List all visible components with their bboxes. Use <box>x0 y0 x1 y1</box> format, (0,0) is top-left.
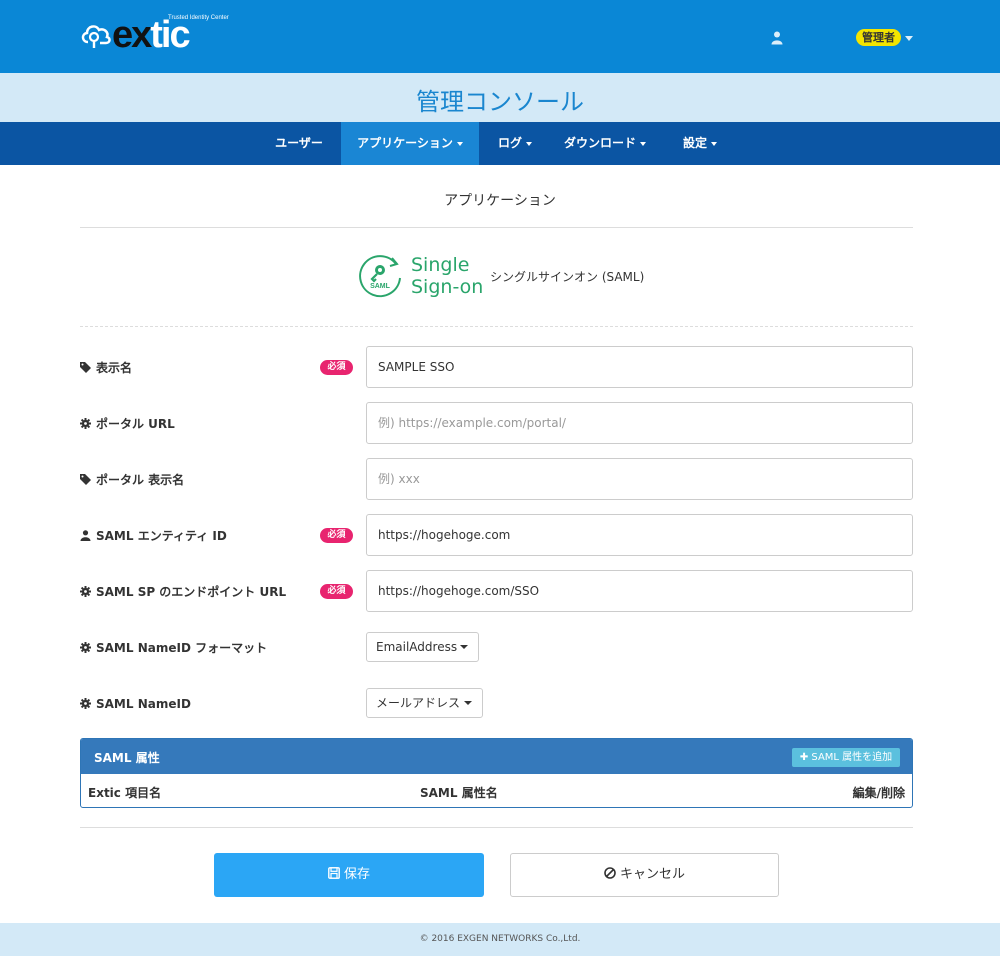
panel-header: SAML 属性 ✚ SAML 属性を追加 <box>81 739 912 774</box>
caret-down-icon <box>526 141 532 146</box>
user-icon[interactable] <box>771 31 783 45</box>
caret-down-icon <box>640 141 646 146</box>
chevron-down-icon[interactable] <box>905 36 913 41</box>
page-title: 管理コンソール <box>416 88 584 116</box>
nav-item-users[interactable]: ユーザー <box>261 122 337 165</box>
nameid-select[interactable]: メールアドレス <box>366 688 483 718</box>
nav-item-label: アプリケーション <box>357 136 453 150</box>
caret-down-icon <box>464 701 472 705</box>
caret-down-icon <box>460 645 468 649</box>
select-value: EmailAddress <box>376 640 458 654</box>
nav-item-label: ユーザー <box>275 136 323 150</box>
sso-logo-line1: Single <box>411 254 470 276</box>
sso-logo-text: Single Sign-on <box>411 254 483 298</box>
portal-display-name-label: ポータル 表示名 <box>80 470 184 490</box>
label-text: SAML NameID <box>96 697 191 711</box>
label-text: ポータル 表示名 <box>96 473 185 487</box>
nav-item-label: ダウンロード <box>563 136 636 150</box>
copyright-text: © 2016 EXGEN NETWORKS Co.,Ltd. <box>419 934 581 944</box>
label-text: SAML NameID フォーマット <box>96 641 268 655</box>
gear-icon <box>80 642 91 653</box>
extic-logo[interactable]: Trusted Identity Center extic <box>80 14 229 56</box>
display-name-input[interactable] <box>366 346 913 388</box>
cancel-button[interactable]: キャンセル <box>510 853 779 897</box>
portal-display-name-input[interactable] <box>366 458 913 500</box>
caret-down-icon <box>456 141 463 146</box>
admin-badge[interactable]: 管理者 <box>856 29 901 46</box>
nav-item-label: 設定 <box>682 136 707 150</box>
save-label: 保存 <box>343 867 370 882</box>
section-title: アプリケーション <box>444 193 556 209</box>
column-header-saml-attr: SAML 属性名 <box>420 786 498 800</box>
nameid-format-label: SAML NameID フォーマット <box>80 638 267 658</box>
saml-entity-id-label: SAML エンティティ ID <box>80 526 227 546</box>
logo-word-tic: tic <box>150 14 190 56</box>
add-saml-attribute-button[interactable]: ✚ SAML 属性を追加 <box>792 748 900 767</box>
cloud-key-icon <box>81 25 111 48</box>
saml-sso-logo-icon: SAML <box>359 255 401 298</box>
main-nav: ユーザー アプリケーション ログ ダウンロード 設定 <box>0 122 1000 165</box>
label-text: SAML エンティティ ID <box>96 529 227 543</box>
gear-icon <box>80 698 91 709</box>
nav-item-applications[interactable]: アプリケーション <box>341 122 479 165</box>
saml-entity-id-input[interactable] <box>366 514 913 556</box>
user-icon <box>80 530 91 541</box>
add-button-label: SAML 属性を追加 <box>811 752 893 763</box>
select-value: メールアドレス <box>376 696 461 710</box>
cancel-label: キャンセル <box>619 867 685 882</box>
column-header-extic-item: Extic 項目名 <box>88 786 162 800</box>
portal-url-label: ポータル URL <box>80 414 175 434</box>
save-button[interactable]: 保存 <box>214 853 484 897</box>
display-name-label: 表示名 <box>80 358 132 378</box>
nameid-format-select[interactable]: EmailAddress <box>366 632 479 662</box>
gear-icon <box>80 418 91 429</box>
tag-icon <box>80 362 91 373</box>
nav-item-label: ログ <box>497 136 522 150</box>
nav-item-logs[interactable]: ログ <box>483 122 547 165</box>
nav-item-downloads[interactable]: ダウンロード <box>555 122 655 165</box>
console-title-band: 管理コンソール <box>0 73 1000 122</box>
divider <box>80 326 913 327</box>
required-badge: 必須 <box>320 360 353 375</box>
panel-title: SAML 属性 <box>94 751 160 765</box>
saml-badge-text: SAML <box>370 283 391 290</box>
logo-wordmark: extic <box>112 14 191 56</box>
top-header: Trusted Identity Center extic 管理者 <box>0 0 1000 73</box>
tag-icon <box>80 474 91 485</box>
ban-icon <box>604 867 616 879</box>
nameid-label: SAML NameID <box>80 694 191 714</box>
saml-sp-endpoint-input[interactable] <box>366 570 913 612</box>
app-description: シングルサインオン (SAML) <box>490 270 645 284</box>
floppy-disk-icon <box>328 867 340 879</box>
caret-down-icon <box>711 141 717 146</box>
saml-sp-endpoint-label: SAML SP のエンドポイント URL <box>80 582 286 602</box>
sso-logo-line2: Sign-on <box>411 276 484 298</box>
required-badge: 必須 <box>320 528 353 543</box>
logo-word-ex: ex <box>112 14 152 56</box>
gear-icon <box>80 586 91 597</box>
divider <box>80 827 913 828</box>
label-text: 表示名 <box>96 361 133 375</box>
footer: © 2016 EXGEN NETWORKS Co.,Ltd. <box>0 923 1000 956</box>
required-badge: 必須 <box>320 584 353 599</box>
nav-item-settings[interactable]: 設定 <box>669 122 731 165</box>
plus-icon: ✚ <box>799 752 809 763</box>
label-text: ポータル URL <box>96 417 175 431</box>
portal-url-input[interactable] <box>366 402 913 444</box>
divider <box>80 227 913 228</box>
saml-attributes-panel: SAML 属性 ✚ SAML 属性を追加 Extic 項目名 SAML 属性名 … <box>80 738 913 808</box>
label-text: SAML SP のエンドポイント URL <box>96 585 287 599</box>
column-header-edit-delete: 編集/削除 <box>852 786 905 800</box>
